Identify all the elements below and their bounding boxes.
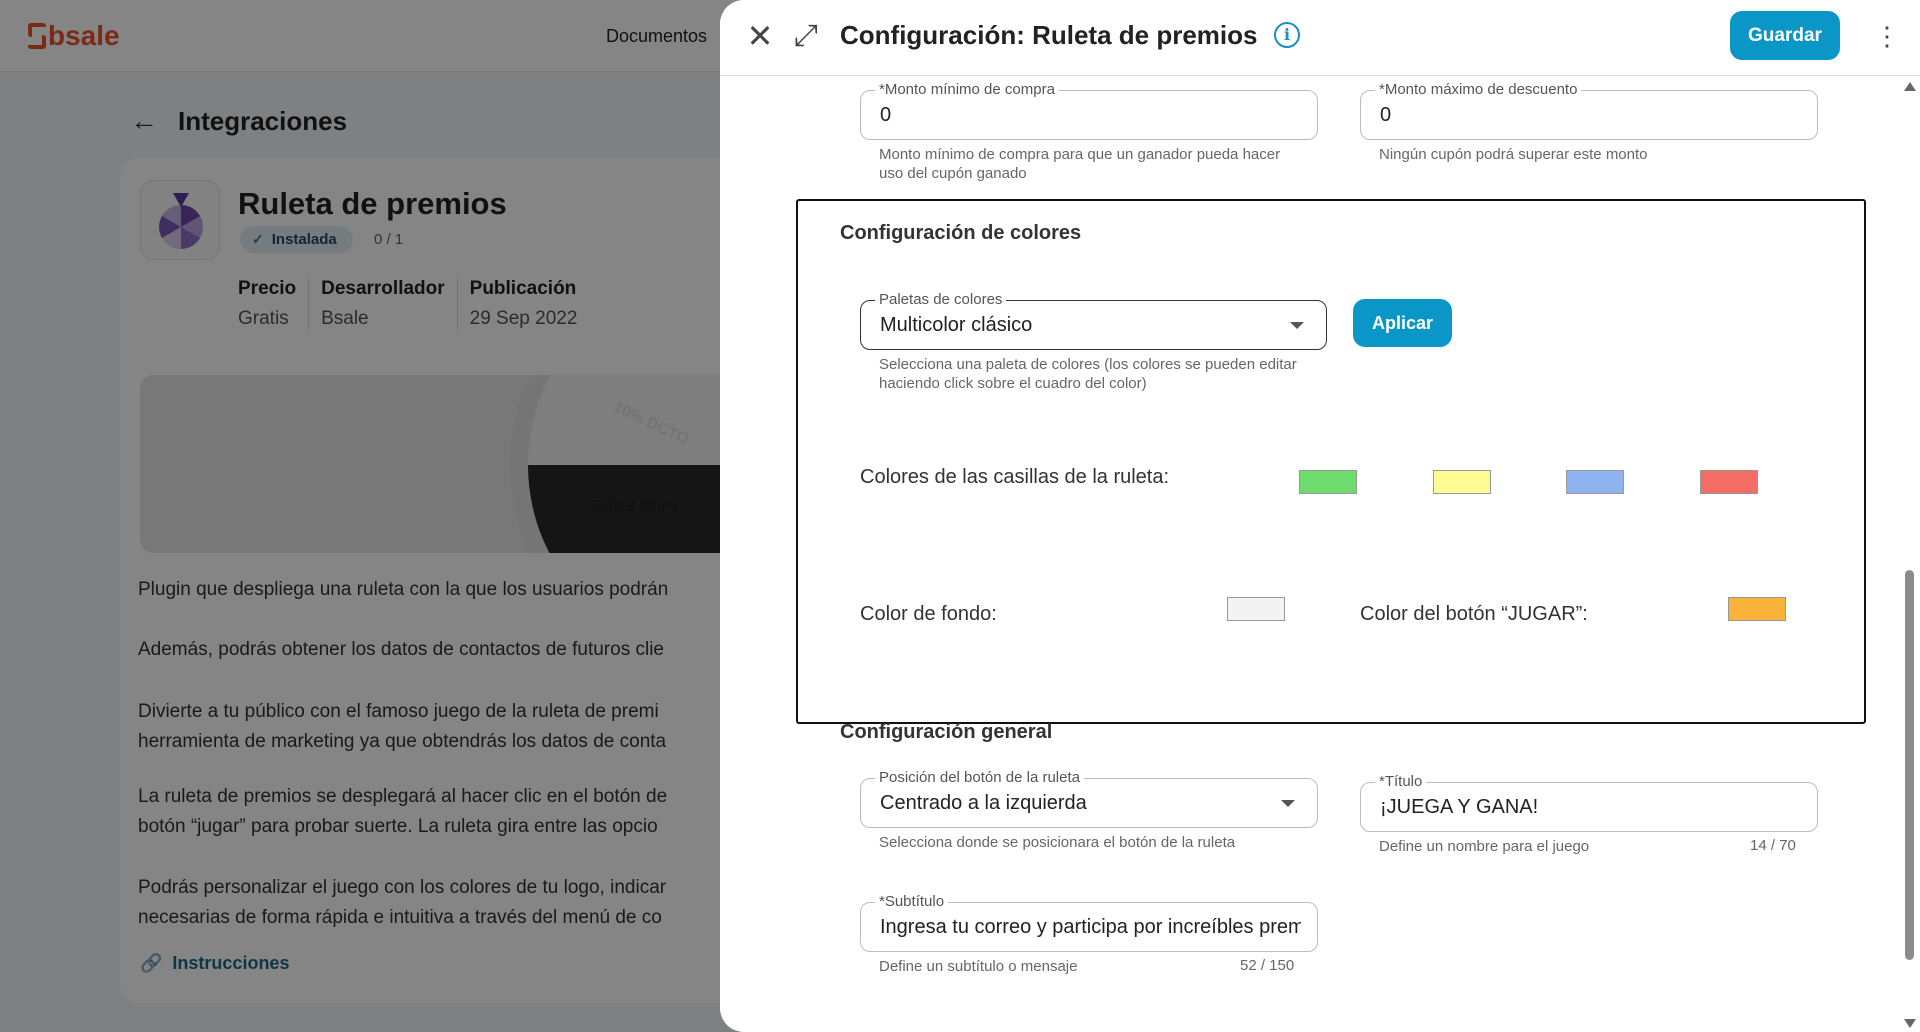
field-value: Multicolor clásico <box>880 314 1033 336</box>
background-color-swatch[interactable] <box>1227 597 1285 621</box>
subtitle-char-counter: 52 / 150 <box>1240 957 1295 974</box>
chevron-down-icon <box>1281 800 1295 807</box>
configuration-drawer: ✕ ⤢ Configuración: Ruleta de premios i G… <box>720 0 1920 1032</box>
subtitle-helper: Define un subtítulo o mensaje <box>879 958 1078 975</box>
save-button[interactable]: Guardar <box>1730 11 1840 60</box>
button-position-helper: Selecciona donde se posicionara el botón… <box>879 834 1236 851</box>
info-icon[interactable]: i <box>1274 22 1300 48</box>
min-purchase-helper: Monto mínimo de compra para que un ganad… <box>879 146 1281 182</box>
field-label: Paletas de colores <box>875 292 1007 308</box>
background-color-label: Color de fondo: <box>860 603 997 625</box>
cell-color-swatch-4[interactable] <box>1700 470 1758 494</box>
scrollbar-thumb[interactable] <box>1905 570 1914 960</box>
drawer-content: *Monto mínimo de compra 0 Monto mínimo d… <box>720 76 1900 1032</box>
general-section-title: Configuración general <box>840 721 1053 743</box>
field-value: 0 <box>880 104 892 126</box>
close-icon[interactable]: ✕ <box>742 18 778 54</box>
title-char-counter: 14 / 70 <box>1750 837 1796 854</box>
drawer-title: Configuración: Ruleta de premios <box>840 20 1258 50</box>
field-label: Posición del botón de la ruleta <box>875 770 1084 786</box>
cell-color-swatch-3[interactable] <box>1566 470 1624 494</box>
cell-color-swatch-1[interactable] <box>1299 470 1357 494</box>
palette-helper: Selecciona una paleta de colores (los co… <box>879 356 1297 392</box>
chevron-down-icon <box>1290 322 1304 329</box>
field-value: Centrado a la izquierda <box>880 792 1087 814</box>
cell-color-swatch-2[interactable] <box>1433 470 1491 494</box>
play-button-color-swatch[interactable] <box>1728 597 1786 621</box>
field-label: *Título <box>1375 774 1427 790</box>
field-label: *Monto máximo de descuento <box>1375 82 1582 98</box>
field-label: *Monto mínimo de compra <box>875 82 1059 98</box>
apply-palette-button[interactable]: Aplicar <box>1353 299 1452 347</box>
field-value: Ingresa tu correo y participa por increí… <box>880 916 1301 938</box>
field-label: *Subtítulo <box>875 894 949 910</box>
title-input[interactable]: *Título ¡JUEGA Y GANA! <box>1360 774 1818 832</box>
scroll-up-icon[interactable] <box>1904 82 1916 91</box>
play-button-color-label: Color del botón “JUGAR”: <box>1360 603 1588 625</box>
colors-section-title: Configuración de colores <box>840 222 1082 244</box>
expand-icon[interactable]: ⤢ <box>788 18 824 54</box>
field-value: ¡JUEGA Y GANA! <box>1380 796 1539 818</box>
palette-select[interactable]: Paletas de colores Multicolor clásico <box>860 292 1327 350</box>
subtitle-input[interactable]: *Subtítulo Ingresa tu correo y participa… <box>860 894 1318 952</box>
drawer-scrollbar[interactable] <box>1900 76 1920 1032</box>
drawer-header: ✕ ⤢ Configuración: Ruleta de premios i G… <box>720 0 1920 76</box>
button-position-select[interactable]: Posición del botón de la ruleta Centrado… <box>860 770 1318 828</box>
title-helper: Define un nombre para el juego <box>1379 838 1590 855</box>
cell-colors-label: Colores de las casillas de la ruleta: <box>860 466 1170 488</box>
max-discount-helper: Ningún cupón podrá superar este monto <box>1379 146 1648 163</box>
field-value: 0 <box>1380 104 1392 126</box>
more-options-icon[interactable]: ⋮ <box>1874 18 1900 54</box>
colors-config-section <box>796 199 1866 724</box>
min-purchase-field[interactable]: *Monto mínimo de compra 0 <box>860 82 1318 140</box>
scroll-down-icon[interactable] <box>1904 1019 1916 1028</box>
max-discount-field[interactable]: *Monto máximo de descuento 0 <box>1360 82 1818 140</box>
